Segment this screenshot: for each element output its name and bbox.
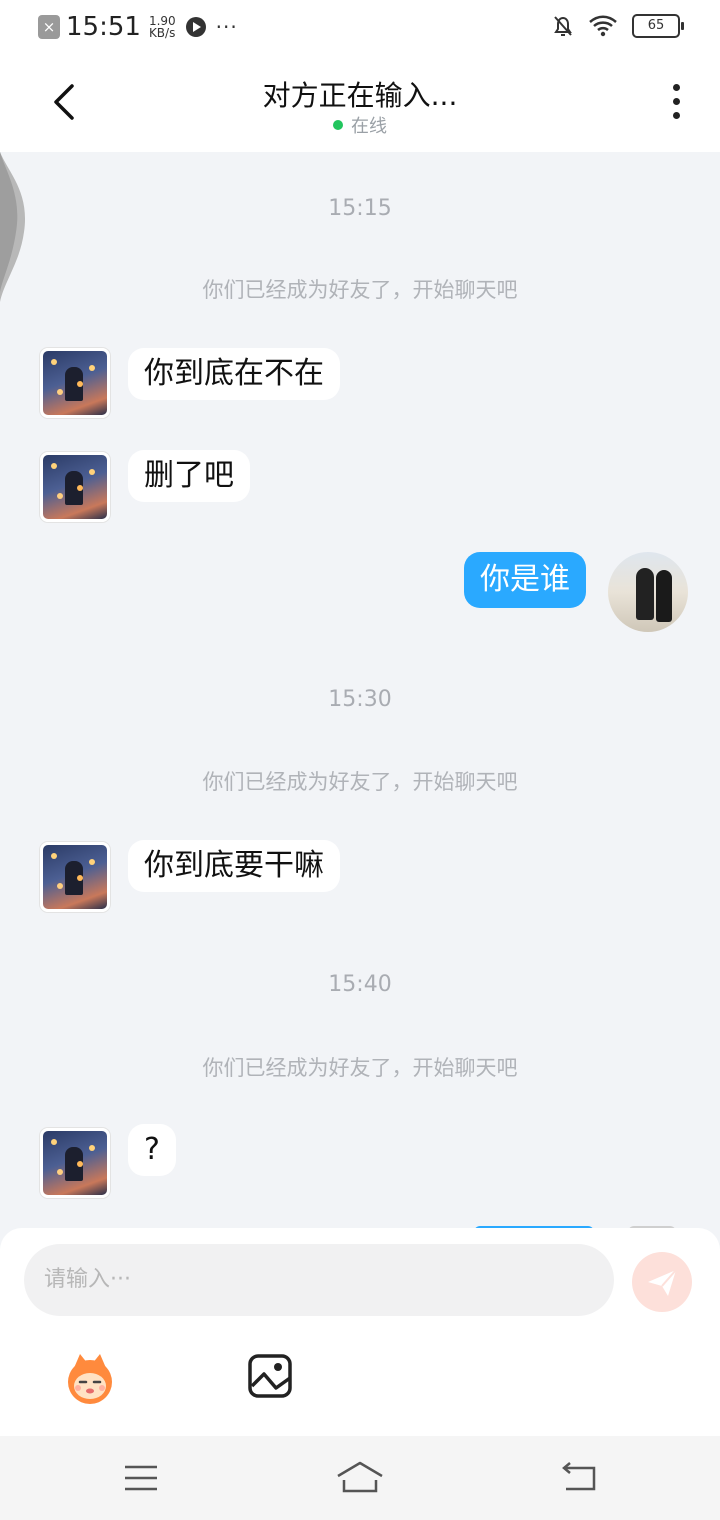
- network-speed: 1.90 KB/s: [149, 15, 176, 39]
- status-right: 65: [552, 14, 684, 38]
- contact-avatar[interactable]: [40, 842, 110, 912]
- system-message: 你们已经成为好友了，开始聊天吧: [202, 770, 518, 794]
- incoming-message[interactable]: ?: [128, 1124, 176, 1176]
- paper-plane-icon: [648, 1269, 677, 1296]
- status-left: × 15:51 1.90 KB/s ···: [38, 12, 238, 42]
- incoming-message[interactable]: 你到底在不在: [128, 348, 340, 400]
- status-bar: × 15:51 1.90 KB/s ··· 65: [0, 0, 720, 56]
- battery-indicator: 65: [632, 14, 684, 38]
- timestamp: 15:15: [328, 196, 392, 221]
- network-speed-unit: KB/s: [148, 26, 176, 40]
- timestamp: 15:40: [328, 972, 392, 997]
- message-input[interactable]: [24, 1244, 614, 1316]
- chat-header: 对方正在输入... 在线: [0, 56, 720, 152]
- wifi-icon: [589, 15, 617, 37]
- outgoing-message[interactable]: 你是谁: [464, 552, 586, 608]
- incoming-message[interactable]: 你到底要干嘛: [128, 840, 340, 892]
- my-avatar[interactable]: [608, 552, 688, 632]
- menu-icon[interactable]: [124, 1464, 158, 1492]
- image-icon[interactable]: [246, 1352, 294, 1400]
- home-icon[interactable]: [336, 1460, 384, 1494]
- status-time: 15:51: [66, 12, 141, 42]
- online-dot-icon: [333, 120, 343, 130]
- notification-close-icon: ×: [38, 15, 60, 39]
- online-status: 在线: [0, 112, 720, 138]
- contact-avatar[interactable]: [40, 452, 110, 522]
- system-message: 你们已经成为好友了，开始聊天吧: [202, 1056, 518, 1080]
- media-play-icon: [185, 17, 206, 37]
- system-message: 你们已经成为好友了，开始聊天吧: [202, 278, 518, 302]
- back-icon[interactable]: [560, 1462, 598, 1492]
- contact-avatar[interactable]: [40, 348, 110, 418]
- status-more-indicator: ···: [215, 15, 238, 39]
- send-button[interactable]: [632, 1252, 692, 1312]
- composer-panel: [0, 1228, 720, 1436]
- online-status-label: 在线: [351, 116, 387, 137]
- more-options-icon[interactable]: [664, 84, 688, 124]
- incoming-message[interactable]: 删了吧: [128, 450, 250, 502]
- system-nav-bar: [0, 1436, 720, 1520]
- contact-avatar[interactable]: [40, 1128, 110, 1198]
- message-list[interactable]: 15:15 你们已经成为好友了，开始聊天吧 你到底在不在 删了吧 你是谁 15:…: [0, 152, 720, 1232]
- chat-title: 对方正在输入...: [262, 79, 458, 112]
- timestamp: 15:30: [328, 687, 392, 712]
- bell-off-icon: [554, 16, 572, 36]
- sticker-emoji-icon[interactable]: [60, 1348, 120, 1408]
